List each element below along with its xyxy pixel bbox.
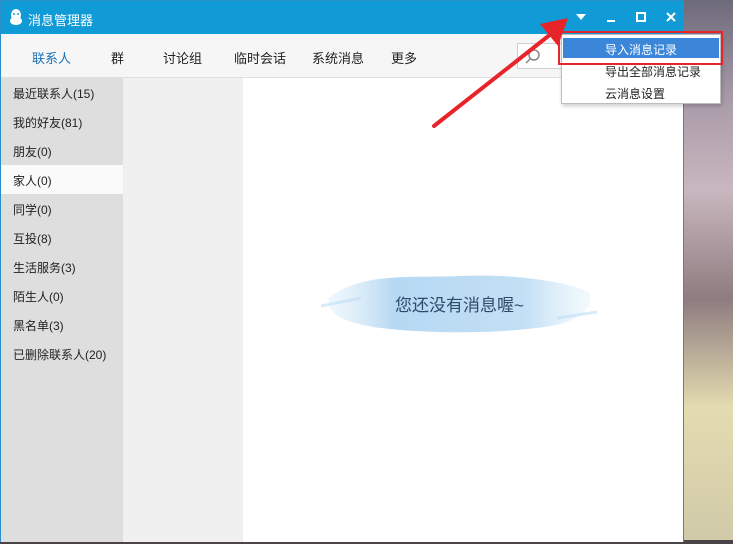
tab-temporary-chats[interactable]: 临时会话: [234, 48, 286, 67]
group-recent-contacts[interactable]: 最近联系人(15): [1, 78, 123, 107]
baidu-watermark-logo: Baidu 经验: [562, 481, 674, 506]
group-classmates[interactable]: 同学(0): [1, 194, 123, 223]
minimize-button[interactable]: [600, 6, 622, 28]
tab-more[interactable]: 更多: [391, 48, 417, 67]
group-strangers[interactable]: 陌生人(0): [1, 281, 123, 310]
group-deleted-contacts[interactable]: 已删除联系人(20): [1, 339, 123, 368]
group-my-friends[interactable]: 我的好友(81): [1, 107, 123, 136]
group-blacklist[interactable]: 黑名单(3): [1, 310, 123, 339]
qq-penguin-icon: [8, 8, 24, 26]
maximize-icon: [636, 12, 646, 22]
window-title: 消息管理器: [28, 13, 94, 28]
contact-group-list: 最近联系人(15) 我的好友(81) 朋友(0) 家人(0) 同学(0) 互投(…: [1, 78, 123, 542]
menu-dropdown-button[interactable]: [570, 6, 592, 28]
annotation-highlight-box: [558, 31, 723, 65]
message-content-area: 您还没有消息喔~: [243, 78, 683, 542]
title-bar[interactable]: 消息管理器: [1, 1, 683, 34]
close-button[interactable]: [660, 6, 682, 28]
group-family[interactable]: 家人(0): [1, 165, 123, 194]
empty-message-text: 您还没有消息喔~: [395, 296, 524, 315]
close-icon: [666, 12, 676, 22]
group-life-services[interactable]: 生活服务(3): [1, 252, 123, 281]
maximize-button[interactable]: [630, 6, 652, 28]
tab-system-messages[interactable]: 系统消息: [312, 48, 364, 67]
baidu-watermark-url: jingyan.baidu.com: [568, 512, 657, 524]
contact-list-pane[interactable]: [123, 78, 243, 542]
tab-groups[interactable]: 群: [111, 48, 124, 67]
tab-discussion-groups[interactable]: 讨论组: [163, 48, 202, 67]
group-mutual[interactable]: 互投(8): [1, 223, 123, 252]
minimize-icon: [607, 20, 615, 22]
annotation-arrow: [432, 18, 568, 128]
group-friends[interactable]: 朋友(0): [1, 136, 123, 165]
tab-contacts[interactable]: 联系人: [32, 48, 71, 67]
menu-item-cloud-settings[interactable]: 云消息设置: [563, 82, 719, 102]
caret-down-icon: [576, 14, 586, 20]
